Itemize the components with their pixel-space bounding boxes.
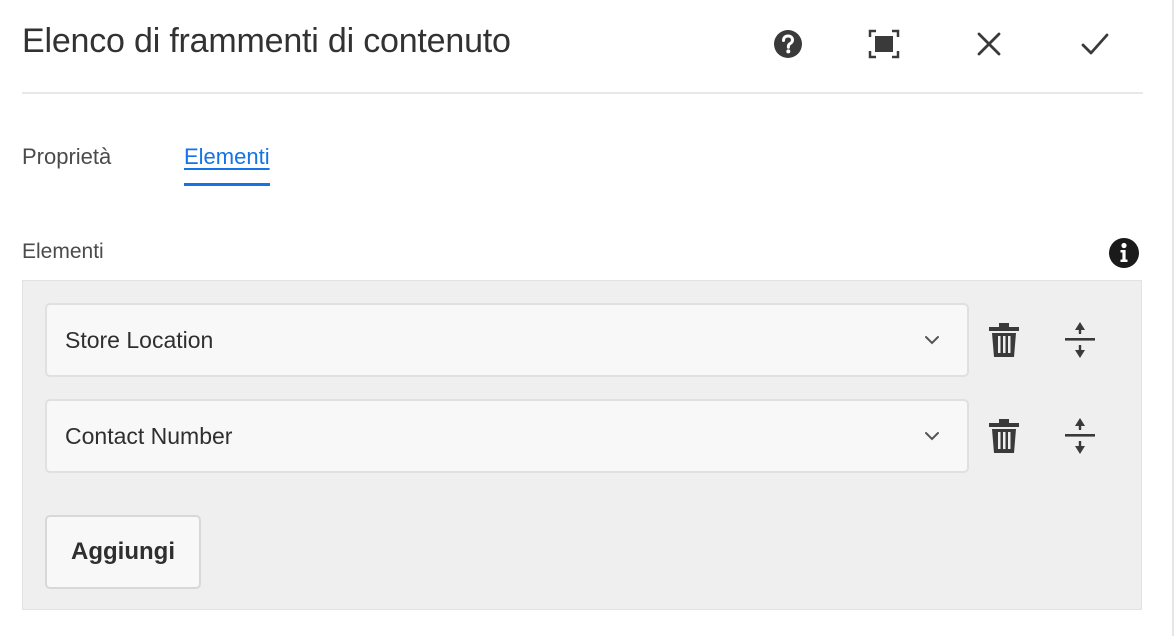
info-button[interactable]	[1107, 236, 1141, 270]
help-icon	[774, 30, 802, 58]
chevron-down-icon	[925, 432, 939, 441]
close-icon	[977, 32, 1001, 56]
list-item: Store Location	[45, 303, 1125, 379]
reorder-icon	[1065, 418, 1095, 454]
reorder-handle[interactable]	[1055, 411, 1105, 461]
add-button[interactable]: Aggiungi	[45, 515, 201, 589]
info-icon	[1109, 238, 1139, 268]
tab-elements[interactable]: Elementi	[184, 144, 270, 186]
elements-label: Elementi	[22, 240, 104, 263]
element-select-value: Contact Number	[65, 423, 233, 449]
reorder-handle[interactable]	[1055, 315, 1105, 365]
reorder-icon	[1065, 322, 1095, 358]
dialog-header: Elenco di frammenti di contenuto	[22, 0, 1143, 94]
list-item: Contact Number	[45, 399, 1125, 475]
chevron-down-icon	[925, 336, 939, 345]
fullscreen-icon	[868, 29, 900, 59]
close-button[interactable]	[967, 22, 1011, 66]
tab-properties[interactable]: Proprietà	[22, 144, 111, 186]
done-button[interactable]	[1073, 22, 1117, 66]
delete-item-button[interactable]	[979, 411, 1029, 461]
help-button[interactable]	[766, 22, 810, 66]
dialog-title: Elenco di frammenti di contenuto	[22, 22, 511, 60]
element-select[interactable]: Store Location	[45, 303, 969, 377]
tab-list: Proprietà Elementi	[22, 136, 622, 196]
trash-icon	[989, 323, 1019, 357]
trash-icon	[989, 419, 1019, 453]
elements-multifield: Store Location Contact Number Aggiungi	[22, 280, 1142, 610]
element-select-value: Store Location	[65, 327, 214, 353]
fullscreen-button[interactable]	[862, 22, 906, 66]
element-select[interactable]: Contact Number	[45, 399, 969, 473]
checkmark-icon	[1081, 33, 1109, 55]
delete-item-button[interactable]	[979, 315, 1029, 365]
